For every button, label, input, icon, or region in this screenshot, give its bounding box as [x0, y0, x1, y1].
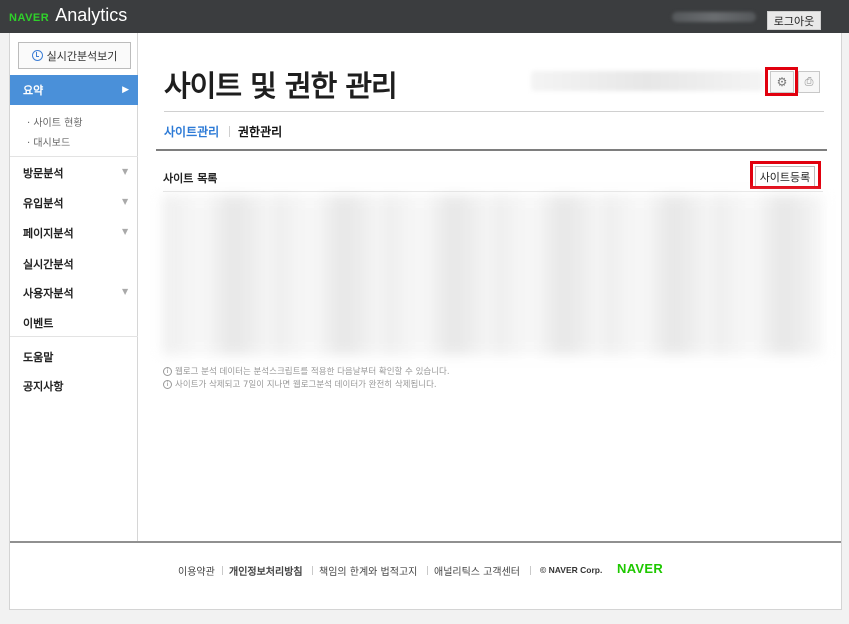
info-icon: i	[163, 366, 172, 376]
footer-link-privacy[interactable]: 개인정보처리방침	[229, 563, 303, 578]
sidebar-subitem-site-status[interactable]: · 사이트 현황	[27, 114, 83, 129]
footer-copyright: © NAVER Corp.	[540, 565, 603, 575]
logout-button[interactable]: 로그아웃	[767, 11, 821, 30]
chevron-down-icon: ▼	[122, 227, 129, 236]
tab-separator	[229, 126, 230, 137]
footer-separator	[427, 566, 428, 575]
sidebar-item-user-analysis[interactable]: 사용자분석	[23, 285, 74, 301]
page-title: 사이트 및 권한 관리	[164, 69, 398, 103]
info-note: i 웹로그 분석 데이터는 분석스크립트를 적용한 다음날부터 확인할 수 있습…	[163, 365, 450, 377]
sidebar-item-label: 요약	[23, 84, 44, 97]
sidebar-item-realtime-analysis[interactable]: 실시간분석	[23, 256, 74, 272]
register-highlight-box	[750, 161, 821, 189]
info-icon: i	[163, 379, 172, 389]
tab-permission-management[interactable]: 권한관리	[238, 123, 282, 140]
footer-naver-logo[interactable]: NAVER	[617, 561, 663, 576]
footer-separator	[530, 566, 531, 575]
chevron-down-icon: ▼	[122, 287, 129, 296]
footer-link-support-center[interactable]: 애널리틱스 고객센터	[434, 563, 520, 578]
sidebar-item-notices[interactable]: 공지사항	[23, 378, 63, 394]
sidebar: 실시간분석보기 요약 ▶ · 사이트 현황 · 대시보드 방문분석 ▼ 유입분석…	[10, 33, 138, 541]
chevron-right-icon: ▶	[122, 85, 129, 95]
chevron-down-icon: ▼	[122, 167, 129, 176]
footer: 이용약관 개인정보처리방침 책임의 한계와 법적고지 애널리틱스 고객센터 © …	[10, 561, 841, 579]
footer-link-legal[interactable]: 책임의 한계와 법적고지	[319, 563, 417, 578]
info-note-text: 사이트가 삭제되고 7일이 지나면 웹로그분석 데이터가 완전히 삭제됩니다.	[175, 380, 437, 390]
sidebar-item-visit-analysis[interactable]: 방문분석	[23, 165, 63, 181]
settings-highlight-box	[765, 67, 798, 96]
main-content: 사이트 및 권한 관리 ⚙ ⎙ 사이트관리 권한관리 사이트 목록 사이트등록 …	[138, 33, 841, 541]
blurred-user-info	[672, 12, 756, 22]
blurred-site-selector	[531, 71, 763, 91]
sidebar-divider	[10, 156, 138, 157]
sidebar-divider	[10, 336, 138, 337]
top-bar: NAVER Analytics 로그아웃	[0, 0, 849, 33]
sidebar-item-help[interactable]: 도움말	[23, 349, 53, 365]
realtime-analysis-label: 실시간분석보기	[46, 49, 118, 63]
clock-icon	[31, 50, 43, 61]
naver-logo-text: NAVER	[9, 12, 50, 24]
blurred-site-list	[163, 195, 823, 355]
chevron-down-icon: ▼	[122, 197, 129, 206]
footer-link-terms[interactable]: 이용약관	[178, 563, 215, 578]
analytics-logo-text: Analytics	[55, 5, 128, 25]
tab-site-management[interactable]: 사이트관리	[164, 123, 219, 140]
tab-divider	[156, 149, 827, 151]
footer-separator	[222, 566, 223, 575]
naver-analytics-logo[interactable]: NAVER Analytics	[9, 5, 127, 26]
info-note: i 사이트가 삭제되고 7일이 지나면 웹로그분석 데이터가 완전히 삭제됩니다…	[163, 378, 437, 390]
realtime-analysis-button[interactable]: 실시간분석보기	[18, 42, 131, 69]
sidebar-subitem-dashboard[interactable]: · 대시보드	[27, 134, 70, 149]
info-note-text: 웹로그 분석 데이터는 분석스크립트를 적용한 다음날부터 확인할 수 있습니다…	[175, 367, 450, 377]
content-frame: 실시간분석보기 요약 ▶ · 사이트 현황 · 대시보드 방문분석 ▼ 유입분석…	[9, 33, 842, 610]
print-button[interactable]: ⎙	[798, 71, 820, 93]
sidebar-item-summary[interactable]: 요약 ▶	[10, 75, 138, 105]
list-divider	[163, 191, 823, 192]
site-list-title: 사이트 목록	[163, 172, 218, 185]
footer-separator	[312, 566, 313, 575]
sidebar-item-inflow-analysis[interactable]: 유입분석	[23, 195, 63, 211]
footer-divider	[10, 541, 841, 543]
print-icon: ⎙	[804, 75, 814, 88]
sidebar-item-page-analysis[interactable]: 페이지분석	[23, 225, 74, 241]
sidebar-item-events[interactable]: 이벤트	[23, 315, 53, 331]
header-divider	[164, 111, 824, 112]
